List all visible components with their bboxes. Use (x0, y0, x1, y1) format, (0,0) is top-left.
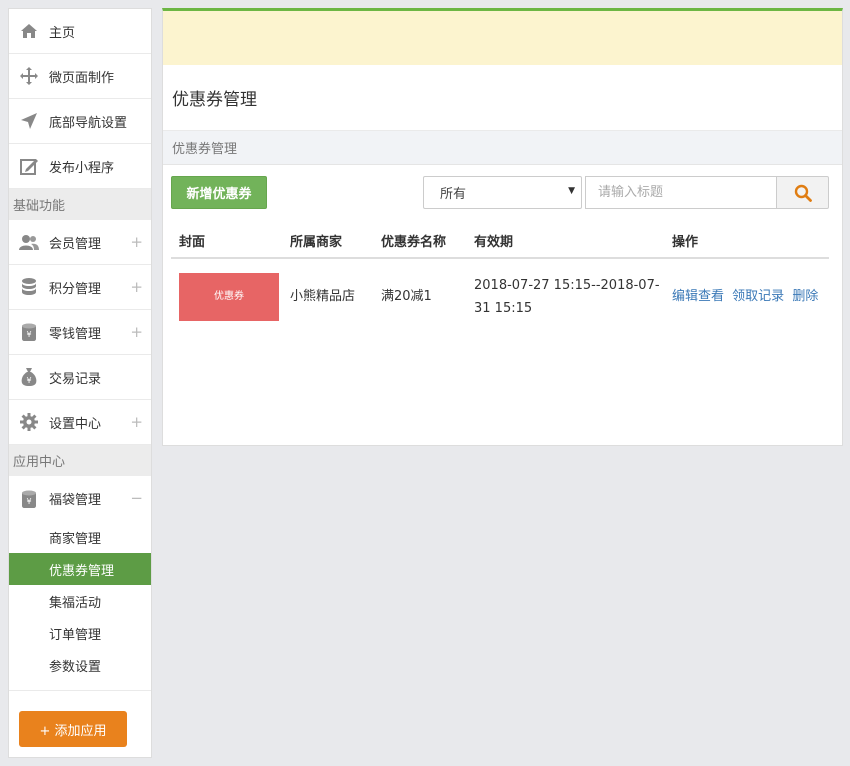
column-header-name: 优惠券名称 (373, 223, 466, 259)
merchant-cell: 小熊精品店 (290, 289, 356, 304)
sidebar-item-home[interactable]: 主页 (9, 9, 151, 54)
sidebar-item-label: 底部导航设置 (49, 115, 128, 131)
sidebar-subitem-coupons[interactable]: 优惠券管理 (9, 553, 151, 585)
sidebar-item-micro-page[interactable]: 微页面制作 (9, 54, 151, 99)
coupon-cover-image: 优惠券 (179, 272, 279, 321)
move-icon (19, 66, 39, 86)
caret-down-icon: ▼ (568, 186, 575, 196)
divider (9, 690, 151, 691)
sidebar-item-members[interactable]: 会员管理 + (9, 220, 151, 265)
sidebar-item-points[interactable]: 积分管理 + (9, 265, 151, 310)
expand-plus-icon[interactable]: + (130, 413, 143, 431)
sidebar-item-label: 交易记录 (49, 371, 102, 387)
sidebar-item-transactions[interactable]: ¥ 交易记录 (9, 355, 151, 400)
column-header-cover: 封面 (171, 223, 282, 259)
search-button[interactable] (776, 176, 829, 209)
sidebar-item-label: 零钱管理 (49, 326, 102, 342)
expand-plus-icon[interactable]: + (130, 323, 143, 341)
sidebar-subitem-orders[interactable]: 订单管理 (9, 617, 151, 649)
yen-jar-icon: ¥ (19, 489, 39, 509)
coupon-name-cell: 满20减1 (381, 289, 432, 304)
sidebar-item-label: 微页面制作 (49, 70, 115, 86)
section-header-app: 应用中心 (9, 445, 151, 476)
table-header-row: 封面 所属商家 优惠券名称 有效期 操作 (171, 223, 829, 259)
actions-cell: 编辑查看 领取记录 删除 (664, 258, 829, 334)
sidebar-item-label: 积分管理 (49, 281, 102, 297)
sidebar: 主页 微页面制作 底部导航设置 发布小程序 基础功能 会员管理 + 积分管理 + (8, 8, 152, 758)
sidebar-item-label: 会员管理 (49, 236, 102, 252)
sidebar-item-change[interactable]: ¥ 零钱管理 + (9, 310, 151, 355)
sidebar-item-label: 主页 (49, 25, 76, 41)
svg-text:¥: ¥ (26, 497, 31, 506)
main-panel: 优惠券管理 优惠券管理 新增优惠券 所有 ▼ 封面 所属商家 优惠券名称 有效期… (162, 8, 843, 446)
search-input[interactable] (585, 176, 777, 209)
toolbar: 新增优惠券 所有 ▼ (163, 165, 842, 223)
claim-records-link[interactable]: 领取记录 (732, 289, 784, 304)
add-coupon-button[interactable]: 新增优惠券 (171, 176, 267, 209)
svg-text:¥: ¥ (26, 330, 31, 339)
edit-icon (19, 156, 39, 176)
validity-cell: 2018-07-27 15:15--2018-07-31 15:15 (474, 277, 660, 316)
users-icon (19, 232, 39, 252)
select-value: 所有 (440, 187, 467, 202)
search-icon (794, 184, 812, 202)
delete-link[interactable]: 删除 (792, 289, 818, 304)
sidebar-subitem-fu-activity[interactable]: 集福活动 (9, 585, 151, 617)
location-arrow-icon (19, 111, 39, 131)
gear-icon (19, 412, 39, 432)
table-row: 优惠券 小熊精品店 满20减1 2018-07-27 15:15--2018-0… (171, 258, 829, 334)
status-filter-select[interactable]: 所有 ▼ (423, 176, 582, 209)
section-header-basic: 基础功能 (9, 189, 151, 220)
page-title: 优惠券管理 (163, 65, 842, 131)
edit-view-link[interactable]: 编辑查看 (672, 289, 724, 304)
sidebar-item-label: 设置中心 (49, 416, 102, 432)
panel-subheader: 优惠券管理 (163, 131, 842, 165)
cover-cell: 优惠券 (171, 258, 282, 334)
notice-bar (163, 11, 842, 65)
coupon-table: 封面 所属商家 优惠券名称 有效期 操作 优惠券 小熊精品店 满20减1 201… (171, 223, 829, 334)
sidebar-item-publish[interactable]: 发布小程序 (9, 144, 151, 189)
column-header-actions: 操作 (664, 223, 829, 259)
sidebar-item-settings[interactable]: 设置中心 + (9, 400, 151, 445)
add-app-button[interactable]: + 添加应用 (19, 711, 127, 747)
sidebar-item-lucky-bag[interactable]: ¥ 福袋管理 − (9, 476, 151, 521)
sidebar-item-bottom-nav[interactable]: 底部导航设置 (9, 99, 151, 144)
sidebar-item-label: 福袋管理 (49, 493, 102, 508)
sidebar-item-label: 发布小程序 (49, 160, 115, 176)
sidebar-subitem-merchants[interactable]: 商家管理 (9, 521, 151, 553)
column-header-merchant: 所属商家 (282, 223, 373, 259)
expand-plus-icon[interactable]: + (130, 233, 143, 251)
database-icon (19, 277, 39, 297)
sidebar-subitem-params[interactable]: 参数设置 (9, 649, 151, 681)
svg-text:¥: ¥ (26, 376, 31, 385)
expand-plus-icon[interactable]: + (130, 278, 143, 296)
yen-jar-icon: ¥ (19, 322, 39, 342)
money-bag-icon: ¥ (19, 367, 39, 387)
collapse-minus-icon[interactable]: − (130, 489, 143, 507)
home-icon (19, 21, 39, 41)
column-header-validity: 有效期 (466, 223, 664, 259)
